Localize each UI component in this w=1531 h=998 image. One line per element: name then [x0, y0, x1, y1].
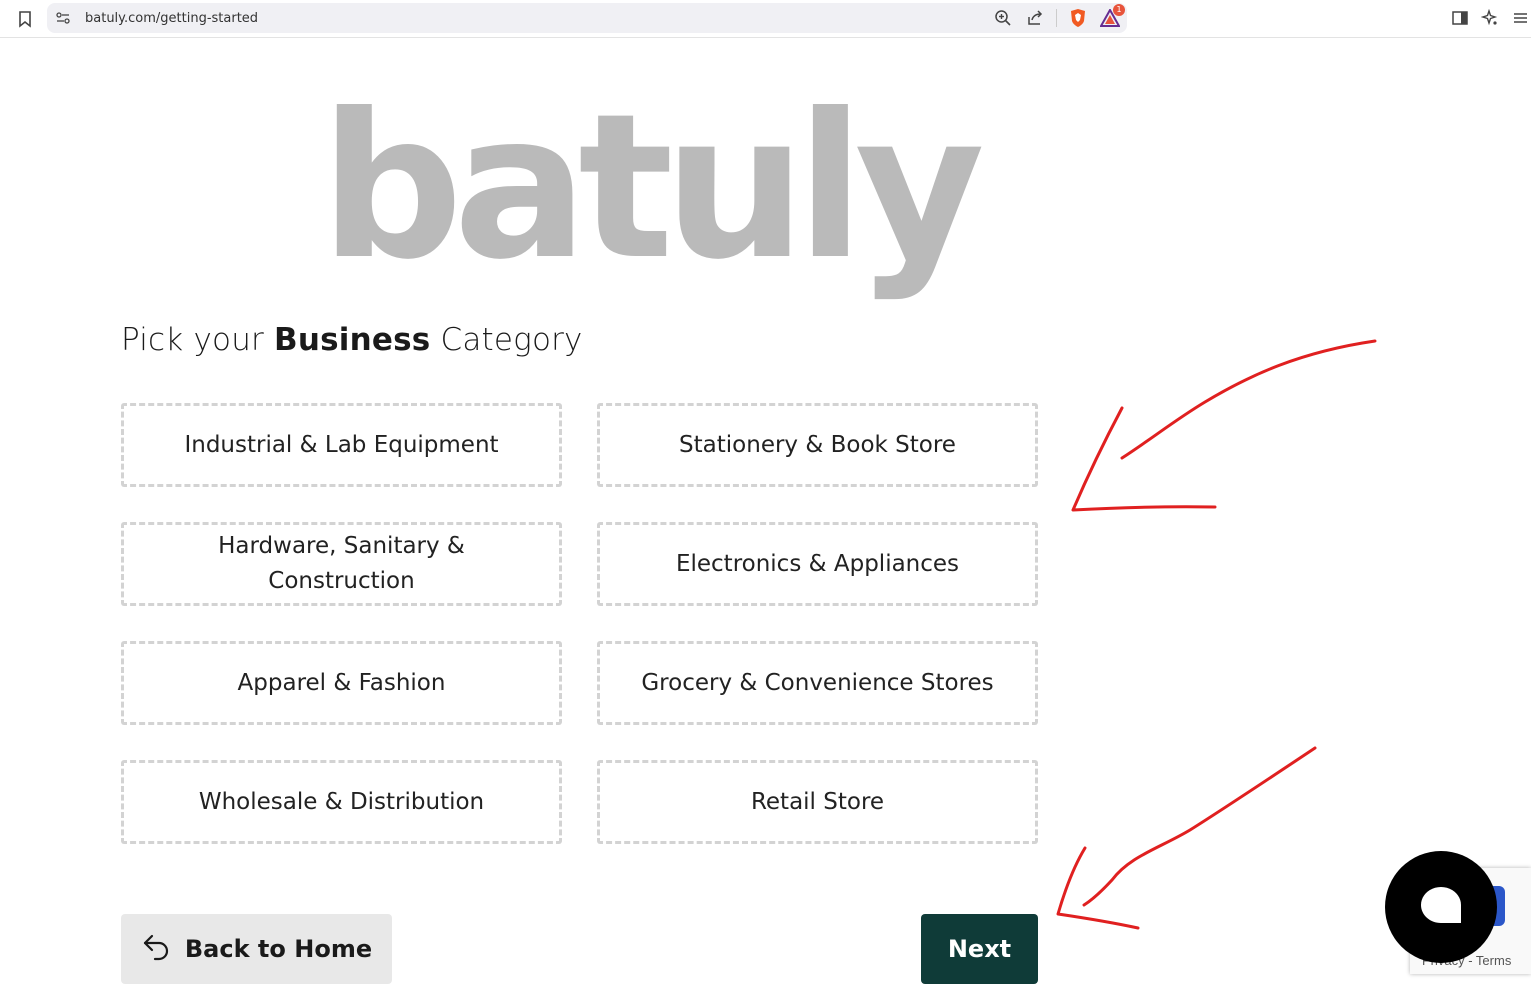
category-label: Grocery & Convenience Stores: [641, 669, 994, 696]
chat-bubble-icon: [1419, 885, 1463, 930]
rewards-badge: 1: [1113, 4, 1125, 16]
chat-widget-button[interactable]: [1385, 851, 1497, 963]
category-wholesale-distribution[interactable]: Wholesale & Distribution: [121, 760, 562, 844]
share-icon[interactable]: [1024, 7, 1046, 29]
category-apparel-fashion[interactable]: Apparel & Fashion: [121, 641, 562, 725]
browser-right-tools: [1449, 7, 1531, 29]
title-suffix: Category: [430, 322, 583, 358]
category-grocery-convenience-stores[interactable]: Grocery & Convenience Stores: [597, 641, 1038, 725]
back-to-home-button[interactable]: Back to Home: [121, 914, 392, 984]
site-settings-icon[interactable]: [55, 10, 71, 26]
address-bar-actions: 1: [992, 4, 1125, 29]
category-label: Stationery & Book Store: [679, 431, 956, 458]
category-label: Apparel & Fashion: [237, 669, 446, 696]
zoom-icon[interactable]: [992, 7, 1014, 29]
sidebar-toggle-icon[interactable]: [1449, 7, 1471, 29]
title-prefix: Pick your: [121, 322, 275, 358]
category-industrial-lab-equipment[interactable]: Industrial & Lab Equipment: [121, 403, 562, 487]
category-label: Electronics & Appliances: [675, 550, 960, 577]
url-text[interactable]: batuly.com/getting-started: [85, 11, 258, 26]
category-label: Hardware, Sanitary & Construction: [218, 533, 465, 594]
back-arrow-icon: [141, 930, 173, 968]
address-bar[interactable]: batuly.com/getting-started 1: [47, 3, 1127, 33]
menu-icon[interactable]: [1509, 7, 1531, 29]
annotation-arrow-top: [1120, 339, 1377, 460]
bookmark-icon[interactable]: [15, 9, 35, 29]
category-label: Industrial & Lab Equipment: [184, 431, 499, 458]
browser-toolbar: batuly.com/getting-started 1: [0, 0, 1531, 38]
next-button-label: Next: [947, 935, 1012, 963]
annotation-arrowhead-bottom: [1056, 846, 1140, 930]
back-button-label: Back to Home: [184, 935, 373, 963]
category-label: Wholesale & Distribution: [198, 788, 485, 815]
category-stationery-book-store[interactable]: Stationery & Book Store: [597, 403, 1038, 487]
category-label: Retail Store: [750, 788, 885, 815]
category-hardware-sanitary-construction[interactable]: Hardware, Sanitary & Construction: [121, 522, 562, 606]
leo-ai-icon[interactable]: [1479, 7, 1501, 29]
page-title: Pick your Business Category: [121, 322, 583, 358]
toolbar-separator: [1056, 9, 1057, 27]
category-retail-store[interactable]: Retail Store: [597, 760, 1038, 844]
annotation-arrowhead-top: [1071, 406, 1217, 512]
next-button[interactable]: Next: [921, 914, 1038, 984]
brand-logo: batuly: [320, 71, 985, 304]
title-bold: Business: [274, 322, 431, 358]
brave-rewards-icon[interactable]: 1: [1099, 4, 1125, 29]
annotation-arrow-bottom: [1082, 746, 1317, 907]
category-electronics-appliances[interactable]: Electronics & Appliances: [597, 522, 1038, 606]
brave-shield-icon[interactable]: [1067, 7, 1089, 29]
